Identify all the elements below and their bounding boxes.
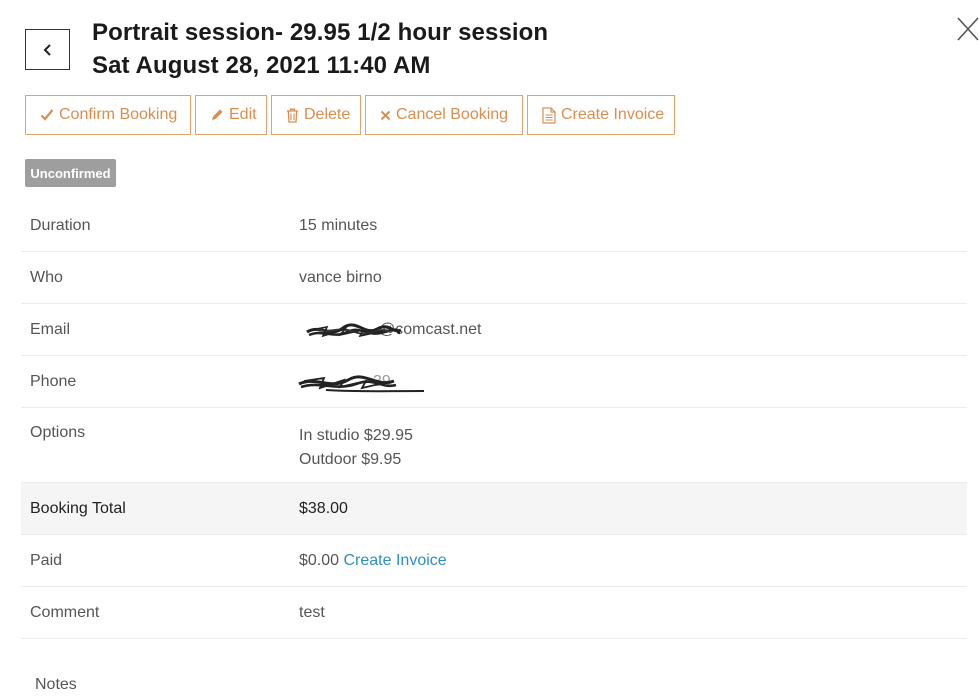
paid-value: $0.00 Create Invoice [299,552,967,570]
trash-icon [286,108,299,123]
option-item: In studio $29.95 [299,427,413,444]
delete-button[interactable]: Delete [271,95,361,135]
email-label: Email [30,320,71,338]
notes-label: Notes [35,676,77,693]
cancel-booking-button[interactable]: Cancel Booking [365,95,523,135]
paid-create-invoice-link[interactable]: Create Invoice [344,552,447,569]
edit-label: Edit [229,106,257,123]
email-value: @comcast.net [299,321,967,339]
booking-total-label: Booking Total [30,499,126,517]
phone-value: 39 [299,373,967,391]
paid-label: Paid [30,551,63,569]
booking-title-service: Portrait session- 29.95 1/2 hour session [92,19,549,46]
confirm-booking-label: Confirm Booking [59,106,178,123]
check-icon [40,108,54,122]
options-label: Options [30,424,86,441]
edit-button[interactable]: Edit [195,95,267,135]
action-toolbar: Confirm Booking Edit Delete Cancel Booki… [25,95,675,135]
detail-row-paid: Paid $0.00 Create Invoice [21,535,967,587]
close-icon [957,17,979,41]
status-badge: Unconfirmed [25,159,116,187]
x-icon [380,110,391,121]
document-icon [542,106,556,124]
email-value-text: @comcast.net [379,320,482,338]
pencil-icon [210,108,224,122]
create-invoice-button[interactable]: Create Invoice [527,95,675,135]
option-item: Outdoor $9.95 [299,451,402,468]
detail-row-email: Email @comcast.net [21,304,967,356]
delete-label: Delete [304,106,351,123]
create-invoice-label: Create Invoice [561,106,665,123]
booking-title: Portrait session- 29.95 1/2 hour session… [92,16,548,82]
booking-title-datetime: Sat August 28, 2021 11:40 AM [92,52,431,79]
comment-label: Comment [30,603,100,621]
chevron-left-icon [43,43,51,56]
phone-label: Phone [30,372,77,390]
who-label: Who [30,268,63,286]
back-button[interactable] [25,29,70,70]
detail-row-booking-total: Booking Total $38.00 [21,483,967,535]
booking-detail-panel: Portrait session- 29.95 1/2 hour session… [0,0,979,700]
close-button[interactable] [955,15,979,43]
options-value: In studio $29.95 Outdoor $9.95 [299,424,967,482]
cancel-booking-label: Cancel Booking [396,106,509,123]
detail-row-phone: Phone 39 [21,356,967,408]
duration-value: 15 minutes [299,216,378,234]
paid-amount: $0.00 [299,551,340,569]
duration-label: Duration [30,216,91,234]
detail-row-duration: Duration 15 minutes [21,200,967,252]
comment-value: test [299,603,325,621]
detail-row-who: Who vance birno [21,252,967,304]
detail-row-comment: Comment test [21,587,967,639]
who-value: vance birno [299,268,382,286]
confirm-booking-button[interactable]: Confirm Booking [25,95,191,135]
booking-details-table: Duration 15 minutes Who vance birno Emai… [21,200,967,639]
phone-value-text: 39 [373,372,391,390]
booking-total-value: $38.00 [299,499,348,517]
detail-row-options: Options In studio $29.95 Outdoor $9.95 [21,408,967,483]
